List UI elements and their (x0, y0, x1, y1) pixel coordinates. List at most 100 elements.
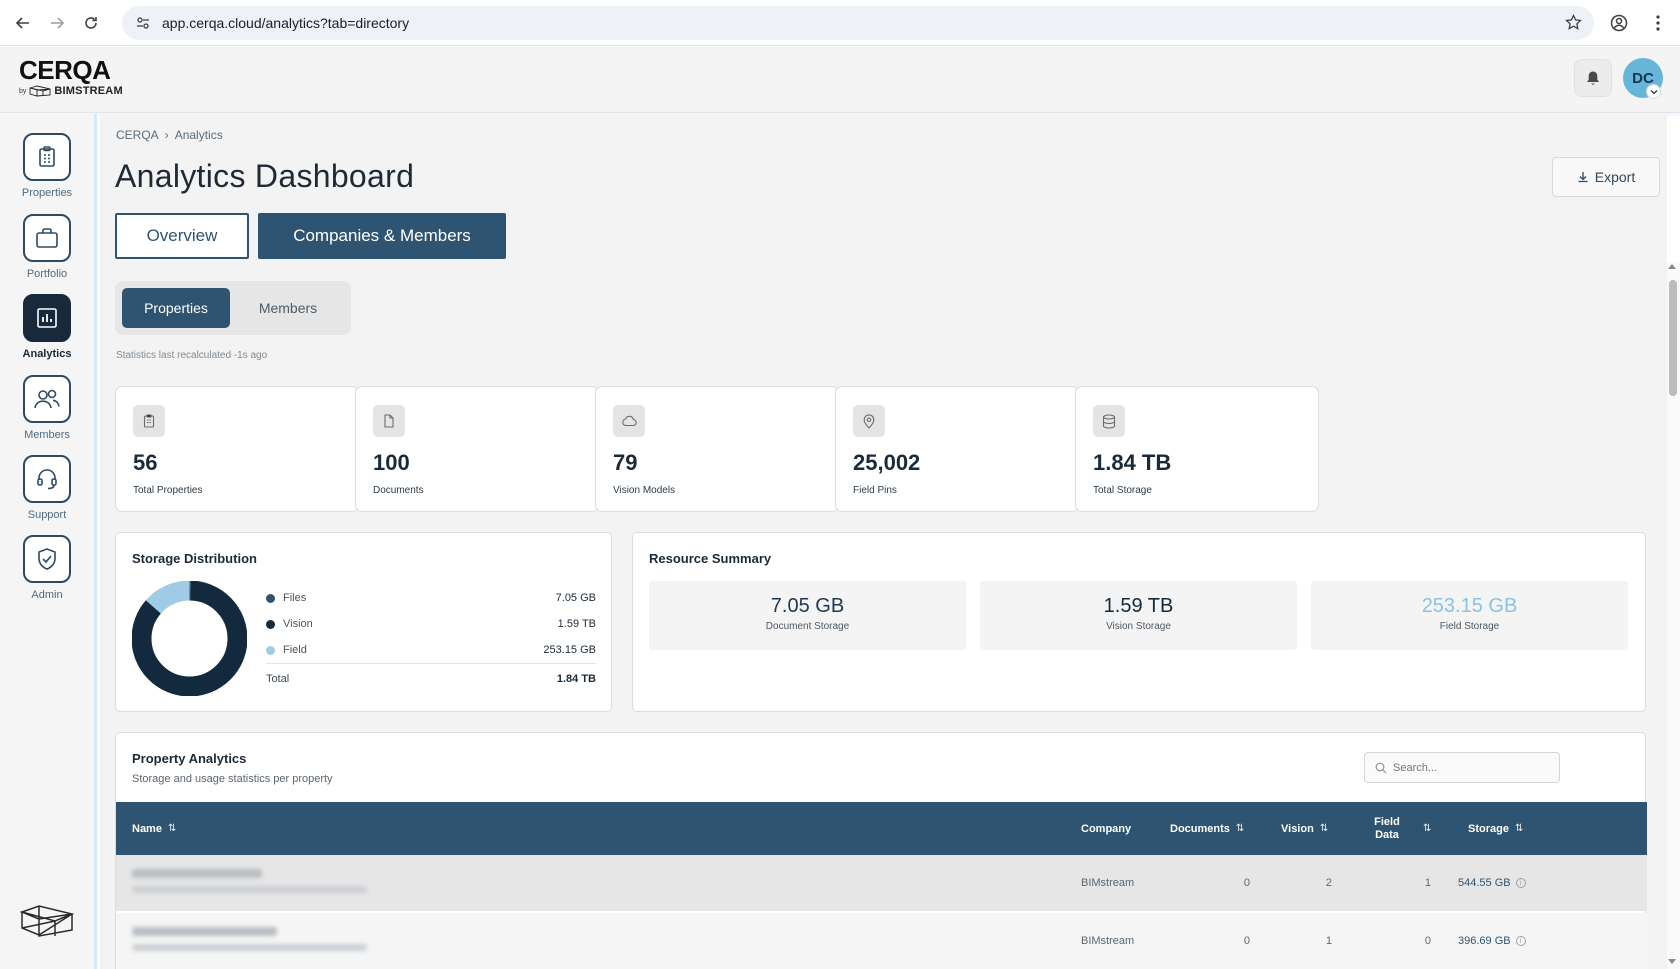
back-icon[interactable] (12, 12, 34, 34)
kpi-card-vision-models: 79 Vision Models (595, 386, 839, 512)
document-icon (373, 405, 405, 437)
table-row[interactable]: BIMstream 0 2 1 544.55 GB i (116, 855, 1647, 911)
address-bar[interactable]: app.cerqa.cloud/analytics?tab=directory (122, 6, 1594, 40)
segment-properties[interactable]: Properties (122, 288, 230, 328)
url-text[interactable]: app.cerqa.cloud/analytics?tab=directory (162, 15, 409, 31)
column-header-storage[interactable]: Storage ⇅ (1468, 802, 1523, 855)
sidebar-item-label: Properties (21, 187, 73, 199)
resource-document-storage: 7.05 GB Document Storage (649, 581, 966, 650)
column-header-label: Field Data (1374, 815, 1400, 841)
sort-icon[interactable]: ⇅ (1236, 823, 1244, 834)
stats-recalculated-note: Statistics last recalculated -1s ago (116, 350, 268, 361)
bar-chart-icon (23, 294, 71, 342)
forward-icon[interactable] (46, 12, 68, 34)
tab-companies-members[interactable]: Companies & Members (258, 213, 506, 259)
property-analytics-card: Property Analytics Storage and usage sta… (115, 732, 1647, 969)
cerqa-logo[interactable]: CERQA by BIMSTREAM (19, 57, 123, 97)
sidebar-item-label: Analytics (22, 348, 72, 360)
page-title: Analytics Dashboard (115, 158, 415, 194)
column-header-documents[interactable]: Documents ⇅ (1170, 802, 1244, 855)
sidebar-item-analytics[interactable]: Analytics (0, 294, 94, 360)
profile-icon[interactable] (1608, 12, 1630, 34)
view-segmented-control: Properties Members (115, 281, 351, 335)
cell-field-data: 1 (1424, 877, 1431, 889)
search-input[interactable] (1393, 761, 1543, 774)
info-icon[interactable]: i (1515, 936, 1526, 946)
resource-value: 253.15 GB (1421, 595, 1518, 617)
scroll-down-arrow-icon[interactable] (1668, 959, 1676, 964)
property-analytics-subtitle: Storage and usage statistics per propert… (132, 773, 333, 785)
browser-menu-icon[interactable] (1647, 12, 1669, 34)
property-search-field[interactable] (1364, 752, 1560, 783)
kpi-label: Documents (373, 485, 424, 496)
sort-icon[interactable]: ⇅ (1423, 822, 1431, 835)
sidebar-item-label: Members (24, 429, 70, 441)
cell-storage: 544.55 GB i (1458, 855, 1526, 911)
segment-members[interactable]: Members (233, 288, 343, 328)
kpi-value: 1.84 TB (1093, 450, 1172, 475)
resource-value: 1.59 TB (1103, 595, 1174, 617)
resource-label: Field Storage (1439, 621, 1500, 632)
shield-check-icon (23, 535, 71, 583)
sidebar-item-support[interactable]: Support (0, 455, 94, 521)
sort-icon[interactable]: ⇅ (1320, 823, 1328, 834)
storage-value: 544.55 GB (1458, 877, 1511, 889)
sidebar-item-portfolio[interactable]: Portfolio (0, 214, 94, 280)
cell-vision: 1 (1325, 935, 1332, 947)
legend-row-vision: Vision 1.59 TB (266, 616, 596, 632)
logo-brand-text: BIMSTREAM (54, 85, 123, 97)
table-header: Name ⇅ Company Documents ⇅ Vision ⇅ Fiel… (116, 802, 1647, 855)
browser-toolbar: app.cerqa.cloud/analytics?tab=directory (0, 0, 1680, 46)
reload-icon[interactable] (80, 12, 102, 34)
site-settings-icon[interactable] (134, 14, 152, 32)
bookmark-star-icon[interactable] (1565, 13, 1582, 36)
legend-total-value: 1.84 TB (556, 673, 596, 685)
logo-wordmark: CERQA (19, 55, 111, 85)
property-analytics-title: Property Analytics (132, 751, 247, 766)
kpi-label: Total Storage (1093, 485, 1152, 496)
resource-value: 7.05 GB (770, 595, 845, 617)
cell-field-data: 0 (1424, 935, 1431, 947)
kpi-card-documents: 100 Documents (355, 386, 599, 512)
kpi-label: Field Pins (853, 485, 897, 496)
sidebar-item-label: Support (27, 509, 67, 521)
tab-overview[interactable]: Overview (115, 213, 249, 259)
column-header-field-data[interactable]: Field Data ⇅ (1367, 802, 1433, 855)
clipboard-icon (23, 133, 71, 181)
sort-icon[interactable]: ⇅ (168, 823, 176, 834)
legend-label: Field (283, 644, 307, 656)
legend-swatch-field (266, 645, 275, 655)
column-header-name[interactable]: Name ⇅ (132, 802, 176, 855)
kpi-card-field-pins: 25,002 Field Pins (835, 386, 1079, 512)
info-icon[interactable]: i (1515, 878, 1526, 888)
column-header-label: Storage (1468, 822, 1509, 835)
scrollbar-thumb[interactable] (1669, 280, 1677, 396)
sidebar-item-members[interactable]: Members (0, 375, 94, 441)
avatar-dropdown-chevron-icon[interactable] (1646, 84, 1661, 99)
blurred-property-name (132, 869, 262, 878)
storage-donut-chart (132, 581, 247, 696)
cell-vision: 2 (1325, 877, 1332, 889)
scroll-up-arrow-icon[interactable] (1668, 264, 1676, 269)
app-header: CERQA by BIMSTREAM DC (0, 47, 1680, 113)
kpi-value: 100 (373, 450, 410, 475)
notifications-button[interactable] (1574, 59, 1612, 97)
table-row[interactable]: BIMstream 0 1 0 396.69 GB i (116, 913, 1647, 969)
sidebar-item-properties[interactable]: Properties (0, 133, 94, 199)
cloud-icon (613, 405, 645, 437)
column-header-vision[interactable]: Vision ⇅ (1281, 802, 1328, 855)
breadcrumb-item-cerqa[interactable]: CERQA (116, 128, 159, 142)
kpi-value: 25,002 (853, 450, 921, 475)
sort-icon[interactable]: ⇅ (1515, 823, 1523, 834)
kpi-card-total-properties: 56 Total Properties (115, 386, 359, 512)
logo-by-text: by (19, 87, 27, 95)
column-header-label: Vision (1281, 822, 1314, 835)
sidebar-item-admin[interactable]: Admin (0, 535, 94, 601)
storage-value: 396.69 GB (1458, 935, 1511, 947)
blurred-property-address (132, 886, 367, 893)
kpi-label: Total Properties (133, 485, 203, 496)
breadcrumb-separator: › (164, 128, 169, 142)
map-pin-icon (853, 405, 885, 437)
export-button[interactable]: Export (1552, 157, 1660, 197)
column-header-company: Company (1081, 802, 1131, 855)
